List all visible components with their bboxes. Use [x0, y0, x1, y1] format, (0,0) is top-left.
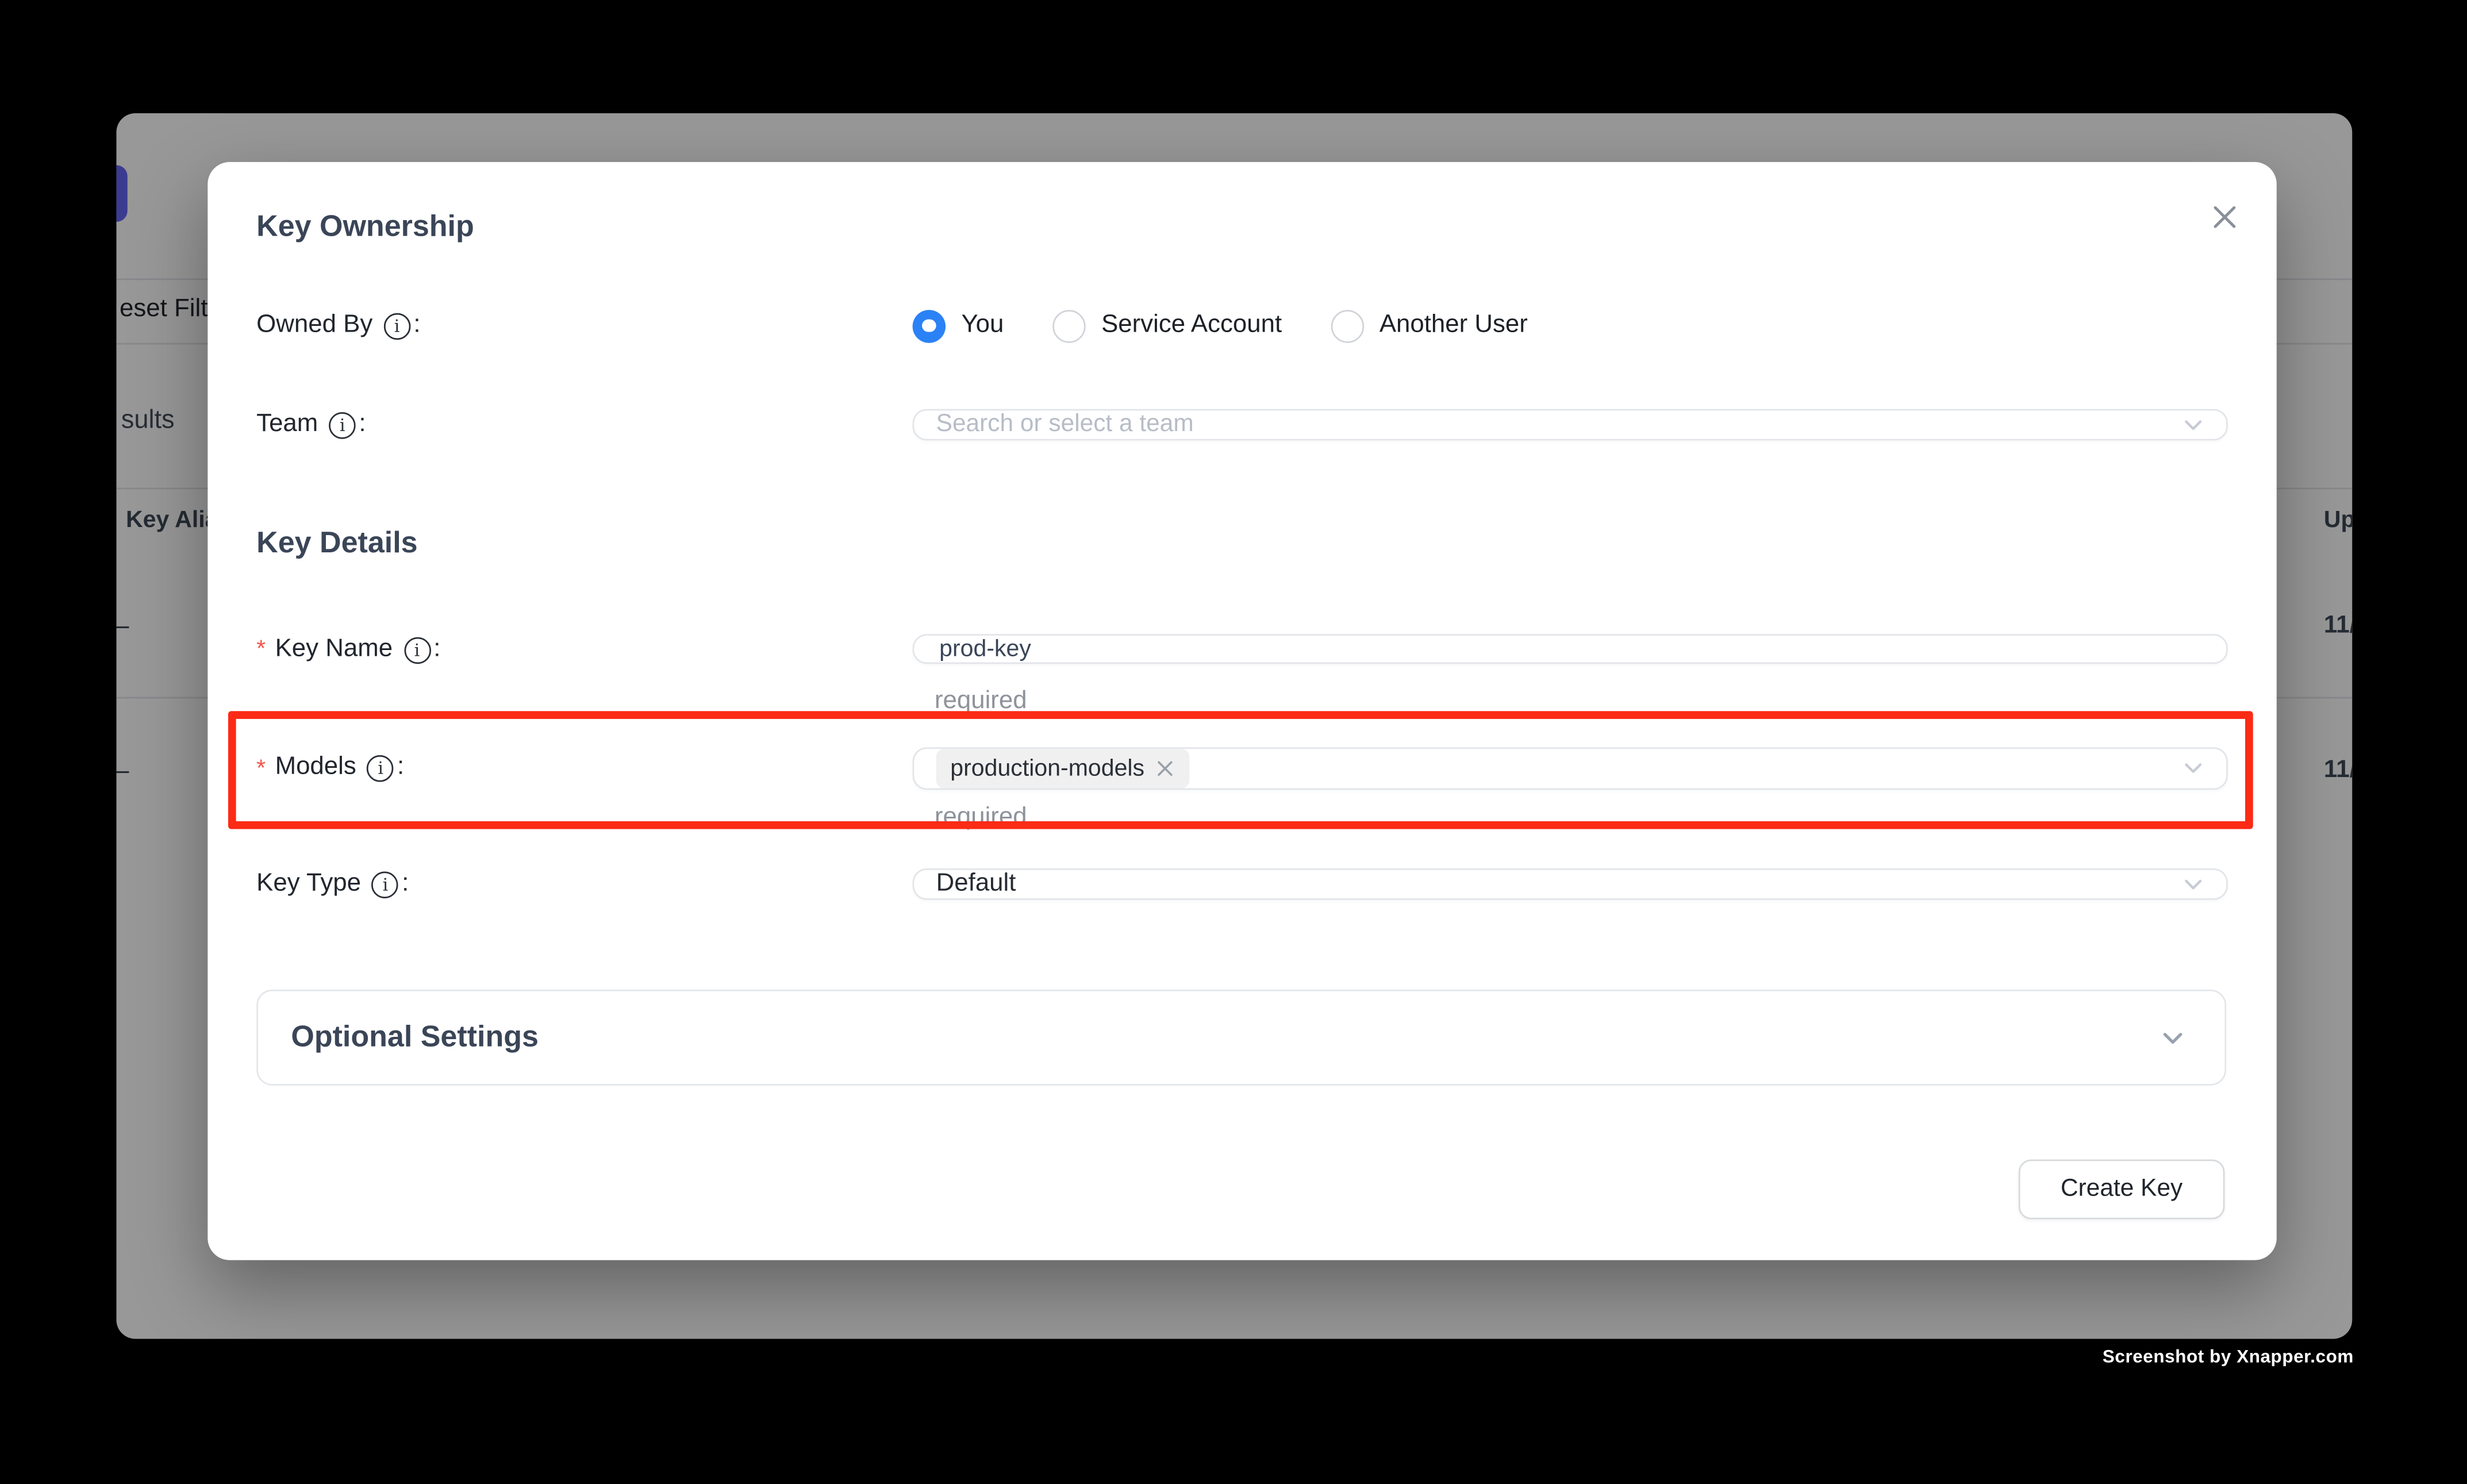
radio-unselected-icon[interactable]: [1052, 309, 1085, 342]
label-colon: :: [413, 312, 420, 340]
chevron-down-icon: [2181, 755, 2206, 781]
modal-title: Key Ownership: [256, 211, 474, 245]
info-icon[interactable]: [383, 313, 410, 340]
selected-model-tag: production-models: [936, 748, 1190, 787]
optional-settings-label: Optional Settings: [291, 1020, 539, 1055]
models-row: * Models : production-models: [256, 733, 2228, 802]
key-type-label: Key Type :: [256, 870, 912, 898]
chevron-down-icon: [2181, 412, 2206, 437]
label-colon: :: [397, 753, 404, 782]
required-asterisk: *: [256, 755, 266, 782]
team-label-text: Team: [256, 410, 318, 439]
label-colon: :: [402, 870, 409, 898]
models-label-text: Models: [275, 753, 356, 782]
team-label: Team :: [256, 410, 912, 439]
create-key-modal: Key Ownership Owned By : You: [207, 162, 2276, 1260]
key-name-label-text: Key Name: [275, 635, 393, 663]
radio-option-service-account[interactable]: Service Account: [1052, 309, 1282, 342]
owned-by-label-text: Owned By: [256, 312, 372, 340]
radio-option-another-user[interactable]: Another User: [1331, 309, 1528, 342]
remove-tag-x-icon: [1155, 758, 1176, 778]
label-colon: :: [359, 410, 366, 439]
radio-label: Service Account: [1101, 312, 1282, 340]
key-name-input[interactable]: [913, 634, 2228, 664]
close-icon: [2209, 201, 2241, 233]
key-type-label-text: Key Type: [256, 870, 361, 898]
key-name-row: * Key Name :: [256, 615, 2228, 683]
chevron-down-icon: [2181, 871, 2206, 897]
screenshot-stage: eset Filt sults Key Alia Up — 11/ — 11/ …: [0, 0, 2467, 1483]
radio-selected-icon[interactable]: [913, 309, 946, 342]
close-button[interactable]: [2204, 197, 2245, 237]
team-select-placeholder: Search or select a team: [936, 410, 1194, 439]
owned-by-label: Owned By :: [256, 312, 912, 340]
key-name-validation-text: required: [935, 687, 1027, 716]
info-icon[interactable]: [404, 636, 431, 663]
key-type-row: Key Type : Default: [256, 851, 2228, 917]
watermark-text: Screenshot by Xnapper.com: [2103, 1348, 2354, 1367]
models-label: * Models :: [256, 753, 912, 782]
models-validation-text: required: [935, 804, 1027, 832]
info-icon[interactable]: [372, 871, 399, 898]
create-key-button[interactable]: Create Key: [2019, 1159, 2225, 1219]
radio-option-you[interactable]: You: [913, 309, 1004, 342]
remove-tag-button[interactable]: [1155, 758, 1176, 778]
model-tag-label: production-models: [950, 755, 1144, 782]
chevron-down-icon: [2159, 1024, 2187, 1052]
optional-settings-accordion[interactable]: Optional Settings: [256, 990, 2226, 1086]
info-icon[interactable]: [367, 755, 394, 782]
owned-by-row: Owned By : You Service Account: [256, 294, 2228, 357]
radio-label: Another User: [1379, 312, 1528, 340]
models-multiselect[interactable]: production-models: [913, 747, 2228, 789]
key-type-selected-value: Default: [936, 870, 1016, 898]
required-asterisk: *: [256, 636, 266, 663]
radio-label: You: [961, 312, 1004, 340]
label-colon: :: [433, 635, 440, 663]
key-details-heading: Key Details: [256, 527, 417, 562]
team-row: Team : Search or select a team: [256, 393, 2228, 456]
key-name-label: * Key Name :: [256, 635, 912, 663]
owned-by-radio-group: You Service Account Another User: [913, 309, 1528, 342]
radio-unselected-icon[interactable]: [1331, 309, 1363, 342]
team-select[interactable]: Search or select a team: [913, 409, 2228, 441]
info-icon[interactable]: [329, 412, 356, 439]
key-type-select[interactable]: Default: [913, 868, 2228, 900]
